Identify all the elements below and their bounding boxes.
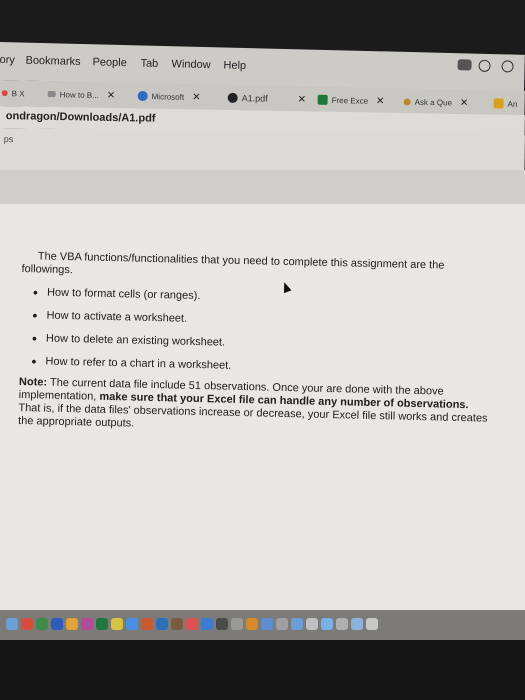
app-icon[interactable] bbox=[306, 618, 318, 630]
bullet-list: How to format cells (or ranges). How to … bbox=[19, 286, 491, 379]
tab-label: Microsoft bbox=[151, 91, 185, 102]
clock-icon[interactable] bbox=[501, 60, 514, 73]
intro-paragraph: The VBA functions/functionalities that y… bbox=[21, 250, 445, 277]
dock-icons bbox=[0, 612, 525, 636]
tab-free-excel[interactable]: Free Exce ✕ bbox=[317, 92, 385, 109]
app-icon[interactable] bbox=[66, 618, 78, 630]
app-icon[interactable] bbox=[126, 618, 138, 630]
pdf-page: The VBA functions/functionalities that y… bbox=[0, 204, 525, 610]
camera-icon[interactable] bbox=[457, 59, 472, 71]
pdf-toolbar-area bbox=[0, 170, 525, 206]
app-icon[interactable] bbox=[231, 618, 243, 630]
app-icon[interactable] bbox=[156, 618, 168, 630]
app-icon[interactable] bbox=[36, 618, 48, 630]
info-icon[interactable] bbox=[478, 59, 491, 72]
tab-favicon bbox=[403, 97, 411, 106]
app-icon[interactable] bbox=[201, 618, 213, 630]
app-icon[interactable] bbox=[216, 618, 228, 630]
tab-microsoft[interactable]: Microsoft ✕ bbox=[137, 88, 201, 105]
app-icon[interactable] bbox=[261, 618, 273, 630]
list-item: How to format cells (or ranges). bbox=[47, 287, 491, 310]
close-icon[interactable]: ✕ bbox=[192, 92, 201, 103]
tab-first[interactable]: B X bbox=[1, 85, 25, 101]
menu-item-bookmarks[interactable]: Bookmarks bbox=[25, 55, 80, 68]
tab-label: An bbox=[507, 99, 518, 109]
app-icon[interactable] bbox=[246, 618, 258, 630]
note-paragraph: Note: The current data file include 51 o… bbox=[18, 376, 489, 439]
document-body: The VBA functions/functionalities that y… bbox=[18, 250, 492, 450]
app-icon[interactable] bbox=[351, 618, 363, 630]
menu-item-help[interactable]: Help bbox=[223, 59, 246, 72]
menu-item-window[interactable]: Window bbox=[171, 58, 210, 71]
tab-how-to[interactable]: How to B... ✕ bbox=[47, 86, 116, 103]
excel-icon[interactable] bbox=[96, 618, 108, 630]
tab-favicon bbox=[137, 90, 148, 102]
app-icon[interactable] bbox=[81, 618, 93, 630]
tab-a1-pdf[interactable]: A1.pdf ✕ bbox=[227, 90, 307, 108]
url-text[interactable]: ondragon/Downloads/A1.pdf bbox=[6, 110, 156, 125]
tab-label: B X bbox=[11, 88, 25, 99]
app-icon[interactable] bbox=[141, 618, 153, 630]
app-icon[interactable] bbox=[276, 618, 288, 630]
tab-label: A1.pdf bbox=[241, 93, 268, 104]
close-icon[interactable]: ✕ bbox=[376, 95, 385, 106]
tab-favicon bbox=[227, 92, 238, 103]
close-icon[interactable]: ✕ bbox=[460, 97, 469, 108]
tab-label: Ask a Que bbox=[414, 97, 453, 107]
menu-item-people[interactable]: People bbox=[92, 56, 127, 69]
screen: ory Bookmarks People Tab Window Help B X… bbox=[0, 0, 525, 700]
tab-favicon bbox=[47, 91, 56, 98]
app-icon[interactable] bbox=[321, 618, 333, 630]
tab-last[interactable]: An bbox=[493, 95, 518, 111]
app-icon[interactable] bbox=[336, 618, 348, 630]
finder-icon[interactable] bbox=[6, 618, 18, 630]
tab-favicon bbox=[317, 94, 328, 105]
word-icon[interactable] bbox=[51, 618, 63, 630]
list-item: How to refer to a chart in a worksheet. bbox=[45, 356, 489, 379]
tab-favicon bbox=[493, 98, 504, 109]
app-icon[interactable] bbox=[111, 618, 123, 630]
close-icon[interactable]: ✕ bbox=[298, 94, 307, 105]
tab-ask-question[interactable]: Ask a Que ✕ bbox=[403, 93, 468, 110]
menu-item-history[interactable]: ory bbox=[0, 54, 15, 66]
app-icon[interactable] bbox=[171, 618, 183, 630]
tab-label: How to B... bbox=[59, 89, 99, 100]
note-label: Note: bbox=[18, 375, 48, 389]
menu-item-tab[interactable]: Tab bbox=[140, 57, 158, 69]
tab-label: Free Exce bbox=[331, 95, 369, 106]
tab-favicon bbox=[1, 90, 8, 97]
app-icon[interactable] bbox=[291, 618, 303, 630]
list-item: How to activate a worksheet. bbox=[46, 310, 490, 333]
monitor-bezel bbox=[0, 640, 525, 700]
bookmarks-text[interactable]: ps bbox=[4, 134, 14, 144]
list-item: How to delete an existing worksheet. bbox=[46, 333, 490, 356]
app-icon[interactable] bbox=[366, 618, 378, 630]
close-icon[interactable]: ✕ bbox=[107, 90, 116, 101]
app-icon[interactable] bbox=[21, 618, 33, 630]
app-icon[interactable] bbox=[186, 618, 198, 630]
